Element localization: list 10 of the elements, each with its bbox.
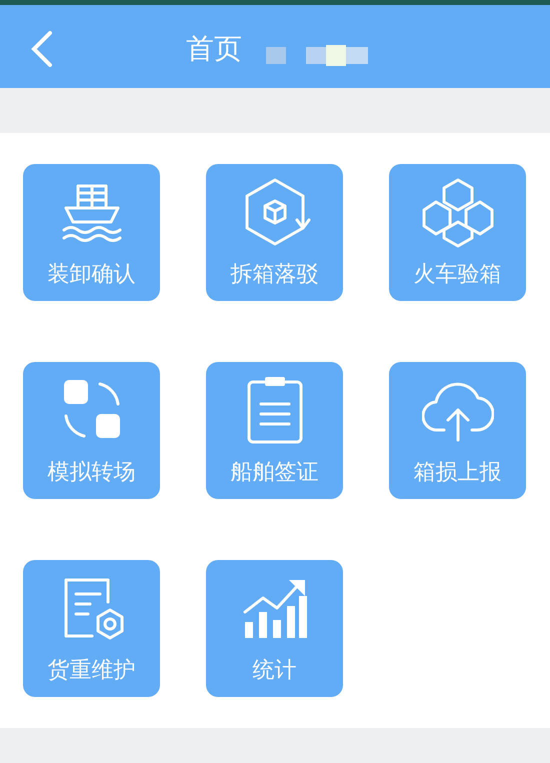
menu-tile[interactable]: 模拟转场 bbox=[23, 362, 160, 499]
menu-tile[interactable]: 拆箱落驳 bbox=[206, 164, 343, 301]
menu-tile[interactable]: 货重维护 bbox=[23, 560, 160, 697]
cubes-icon bbox=[422, 176, 494, 248]
menu-tile[interactable]: 火车验箱 bbox=[389, 164, 526, 301]
menu-tile[interactable]: 装卸确认 bbox=[23, 164, 160, 301]
menu-tile[interactable]: 船舶签证 bbox=[206, 362, 343, 499]
menu-tile[interactable]: 统计 bbox=[206, 560, 343, 697]
page-title: 首页 bbox=[186, 31, 242, 67]
menu-tile[interactable]: 箱损上报 bbox=[389, 362, 526, 499]
